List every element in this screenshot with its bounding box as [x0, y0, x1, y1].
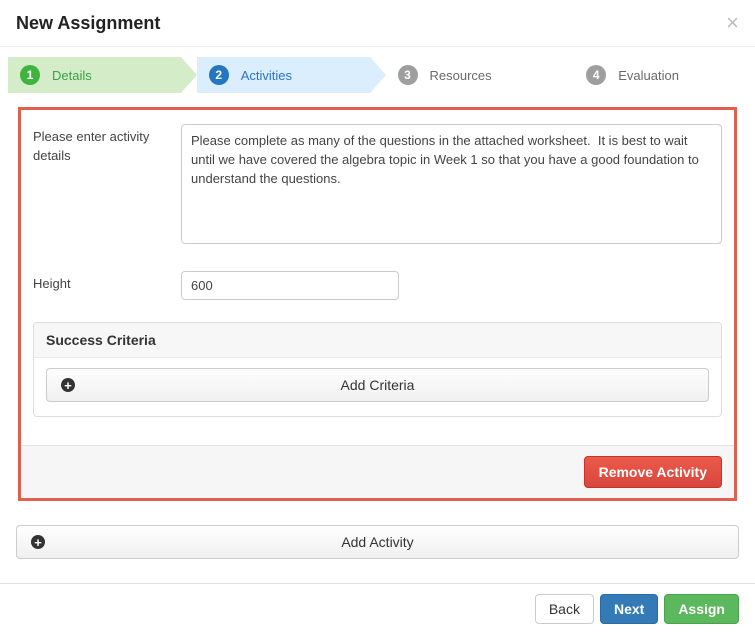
assign-button[interactable]: Assign [664, 594, 739, 624]
remove-activity-button[interactable]: Remove Activity [584, 456, 722, 488]
step-number: 4 [586, 65, 606, 85]
add-activity-button[interactable]: + Add Activity [16, 525, 739, 559]
step-label: Resources [430, 68, 492, 83]
add-activity-label: Add Activity [341, 534, 413, 550]
step-label: Details [52, 68, 92, 83]
step-label: Activities [241, 68, 292, 83]
step-evaluation[interactable]: 4 Evaluation [574, 57, 747, 93]
new-assignment-modal: New Assignment × 1 Details 2 Activities … [0, 0, 755, 636]
plus-icon: + [61, 378, 75, 392]
activity-details-label: Please enter activity details [33, 124, 181, 249]
step-number: 3 [398, 65, 418, 85]
height-label: Height [33, 271, 181, 300]
step-activities[interactable]: 2 Activities [197, 57, 370, 93]
step-wizard: 1 Details 2 Activities 3 Resources 4 Eva… [8, 57, 747, 93]
content-area: Please enter activity details Height Suc… [0, 107, 755, 501]
plus-icon: + [31, 535, 45, 549]
step-label: Evaluation [618, 68, 679, 83]
close-icon[interactable]: × [726, 12, 739, 34]
step-details[interactable]: 1 Details [8, 57, 181, 93]
step-number: 1 [20, 65, 40, 85]
modal-footer: Back Next Assign [0, 583, 755, 636]
activity-details-input[interactable] [181, 124, 722, 244]
success-criteria-panel: Success Criteria + Add Criteria [33, 322, 722, 417]
step-number: 2 [209, 65, 229, 85]
step-resources[interactable]: 3 Resources [386, 57, 559, 93]
add-criteria-label: Add Criteria [341, 377, 415, 393]
next-button[interactable]: Next [600, 594, 658, 624]
activity-footer: Remove Activity [21, 445, 734, 498]
height-input[interactable] [181, 271, 399, 300]
modal-title: New Assignment [16, 13, 160, 34]
height-row: Height [33, 271, 722, 300]
add-criteria-button[interactable]: + Add Criteria [46, 368, 709, 402]
activity-details-row: Please enter activity details [33, 124, 722, 249]
modal-header: New Assignment × [0, 0, 755, 47]
activity-card: Please enter activity details Height Suc… [18, 107, 737, 501]
success-criteria-heading: Success Criteria [34, 323, 721, 358]
back-button[interactable]: Back [535, 594, 594, 624]
add-activity-section: + Add Activity [0, 525, 755, 583]
